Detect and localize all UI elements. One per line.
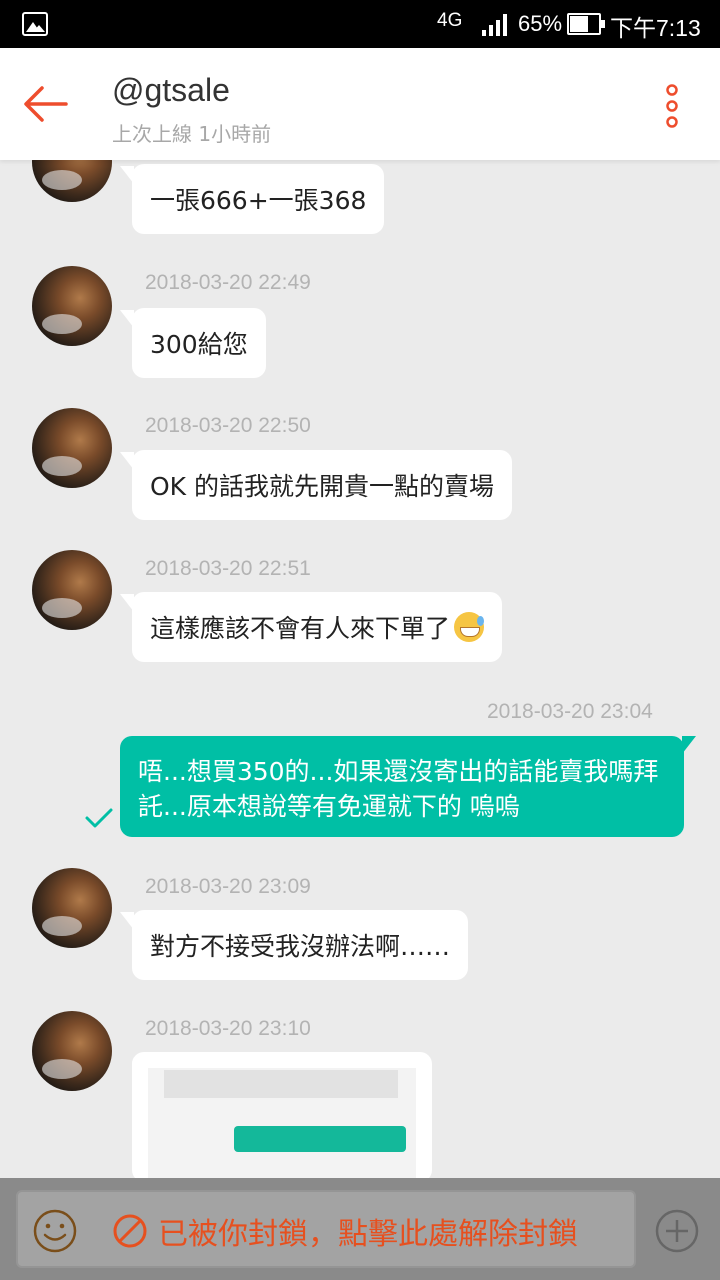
input-bar: 已被你封鎖，點擊此處解除封鎖 bbox=[0, 1178, 720, 1280]
back-arrow-icon[interactable] bbox=[22, 82, 70, 126]
message-time: 2018-03-20 23:09 bbox=[145, 875, 311, 898]
avatar[interactable] bbox=[32, 266, 112, 346]
image-icon bbox=[22, 12, 48, 36]
message-text: OK 的話我就先開貴一點的賣場 bbox=[150, 472, 495, 501]
message-text: 這樣應該不會有人來下單了 bbox=[150, 614, 451, 643]
message-bubble[interactable]: OK 的話我就先開貴一點的賣場 bbox=[119, 450, 513, 520]
last-seen: 上次上線 1小時前 bbox=[112, 122, 272, 146]
message-bubble[interactable]: 對方不接受我沒辦法啊…… bbox=[119, 910, 469, 980]
battery-percent: 65% bbox=[518, 11, 563, 36]
sweat-smile-emoji-icon bbox=[454, 612, 485, 642]
message-time: 2018-03-20 22:49 bbox=[145, 271, 311, 294]
message-text: 300給您 bbox=[150, 330, 248, 359]
network-type: 4G bbox=[437, 10, 463, 31]
image-content bbox=[234, 1126, 406, 1152]
message-text: 一張666+一張368 bbox=[150, 186, 367, 215]
chat-header: @gtsale 上次上線 1小時前 bbox=[0, 48, 720, 160]
more-icon[interactable] bbox=[660, 84, 684, 128]
avatar[interactable] bbox=[32, 1011, 112, 1091]
message-time: 2018-03-20 23:10 bbox=[145, 1017, 311, 1040]
unblock-link[interactable]: 已被你封鎖，點擊此處解除封鎖 bbox=[112, 1208, 578, 1254]
signal-icon bbox=[482, 12, 512, 36]
image-message[interactable] bbox=[132, 1052, 432, 1178]
sent-check-icon bbox=[85, 808, 113, 828]
image-content bbox=[164, 1070, 398, 1098]
avatar[interactable] bbox=[32, 408, 112, 488]
avatar[interactable] bbox=[32, 868, 112, 948]
unblock-text: 已被你封鎖，點擊此處解除封鎖 bbox=[158, 1217, 578, 1252]
clock: 下午7:13 bbox=[610, 15, 701, 41]
avatar[interactable] bbox=[32, 160, 112, 202]
block-icon bbox=[113, 1214, 147, 1248]
plus-icon[interactable] bbox=[654, 1208, 700, 1254]
message-bubble[interactable]: 這樣應該不會有人來下單了 bbox=[119, 592, 503, 662]
message-bubble[interactable]: 一張666+一張368 bbox=[119, 164, 385, 234]
message-time: 2018-03-20 22:50 bbox=[145, 414, 311, 437]
screenshot-image[interactable] bbox=[148, 1068, 416, 1178]
message-list[interactable]: 一張666+一張368 2018-03-20 22:49 300給您 2018-… bbox=[0, 160, 720, 1178]
message-time: 2018-03-20 23:04 bbox=[487, 700, 653, 723]
chat-title: @gtsale bbox=[112, 72, 230, 108]
message-text: 唔...想買350的...如果還沒寄出的話能賣我嗎拜託...原本想說等有免運就下… bbox=[138, 757, 659, 821]
status-bar: 4G 65% 下午7:13 bbox=[0, 0, 720, 48]
message-bubble[interactable]: 300給您 bbox=[120, 308, 266, 378]
battery-icon bbox=[567, 13, 605, 35]
message-text: 對方不接受我沒辦法啊…… bbox=[150, 932, 451, 961]
message-bubble-outgoing[interactable]: 唔...想買350的...如果還沒寄出的話能賣我嗎拜託...原本想說等有免運就下… bbox=[120, 736, 696, 837]
message-time: 2018-03-20 22:51 bbox=[145, 557, 311, 580]
smile-icon[interactable] bbox=[32, 1208, 78, 1254]
avatar[interactable] bbox=[32, 550, 112, 630]
